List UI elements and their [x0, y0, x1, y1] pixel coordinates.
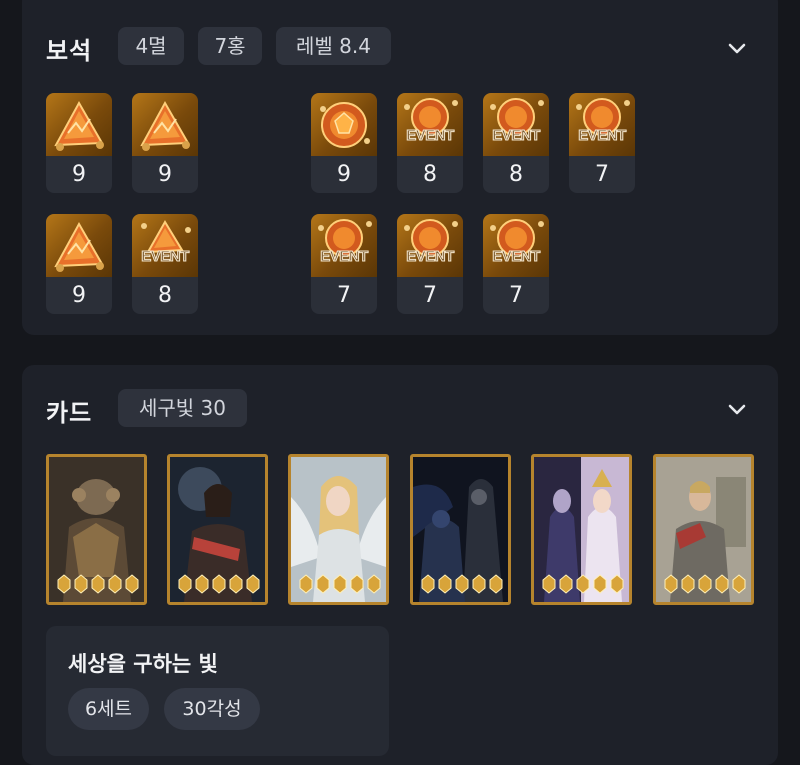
event-label: EVENT [492, 127, 541, 145]
awakening-gem-icon [178, 574, 192, 594]
chevron-down-icon[interactable] [728, 40, 746, 58]
crimson-gem-icon: EVENT [483, 93, 549, 156]
gem-level: 9 [46, 277, 112, 314]
gem-section: 보석 4멸 7홍 레벨 8.4 9 9 9 EVENT 8 EVENT 8 EV… [22, 0, 778, 335]
chevron-down-icon[interactable] [728, 401, 746, 419]
event-label: EVENT [406, 127, 455, 145]
awakening-gem-icon [455, 574, 469, 594]
destruction-gem-icon [132, 93, 198, 156]
card-5[interactable] [531, 454, 632, 605]
gem-level: 9 [311, 156, 377, 193]
event-label: EVENT [406, 248, 455, 266]
card-section-title: 카드 [46, 399, 93, 427]
event-label: EVENT [141, 248, 190, 266]
awakening-total-pill: 30각성 [164, 688, 260, 730]
awakening-gem-icon [559, 574, 573, 594]
gem-crimson-event-5[interactable]: EVENT 7 [397, 214, 463, 314]
card-2[interactable] [167, 454, 268, 605]
crimson-gem-icon: EVENT [311, 214, 377, 277]
gem-destruction-event-1[interactable]: EVENT 8 [132, 214, 198, 314]
awakening-gem-icon [698, 574, 712, 594]
gem-tag-destruction: 4멸 [118, 27, 184, 65]
crimson-gem-icon [311, 93, 377, 156]
gem-crimson-event-6[interactable]: EVENT 7 [483, 214, 549, 314]
gem-level: 7 [569, 156, 635, 193]
awakening-stars [540, 574, 626, 596]
awakening-gem-icon [229, 574, 243, 594]
gem-crimson-event-4[interactable]: EVENT 7 [311, 214, 377, 314]
gem-level: 8 [397, 156, 463, 193]
card-4[interactable] [410, 454, 511, 605]
awakening-gem-icon [542, 574, 556, 594]
awakening-gem-icon [57, 574, 71, 594]
awakening-gem-icon [74, 574, 88, 594]
gem-level: 9 [132, 156, 198, 193]
crimson-gem-icon: EVENT [397, 93, 463, 156]
awakening-stars [419, 574, 505, 596]
event-label: EVENT [492, 248, 541, 266]
card-section: 카드 세구빛 30 세상을 구하는 빛 6세트 30각성 [22, 365, 778, 765]
awakening-stars [662, 574, 748, 596]
awakening-gem-icon [489, 574, 503, 594]
card-3[interactable] [288, 454, 389, 605]
awakening-gem-icon [125, 574, 139, 594]
awakening-gem-icon [350, 574, 364, 594]
awakening-gem-icon [367, 574, 381, 594]
event-label: EVENT [578, 127, 627, 145]
gem-level: 7 [397, 277, 463, 314]
awakening-gem-icon [333, 574, 347, 594]
card-set-name: 세상을 구하는 빛 [68, 652, 218, 676]
awakening-gem-icon [212, 574, 226, 594]
crimson-gem-icon: EVENT [397, 214, 463, 277]
gem-crimson-event-2[interactable]: EVENT 8 [483, 93, 549, 193]
gem-crimson-1[interactable]: 9 [311, 93, 377, 193]
gem-tag-crimson: 7홍 [198, 27, 262, 65]
awakening-gem-icon [91, 574, 105, 594]
event-label: EVENT [320, 248, 369, 266]
gem-crimson-event-1[interactable]: EVENT 8 [397, 93, 463, 193]
awakening-gem-icon [472, 574, 486, 594]
card-1[interactable] [46, 454, 147, 605]
awakening-gem-icon [593, 574, 607, 594]
set-count-pill: 6세트 [68, 688, 149, 730]
gem-destruction-1[interactable]: 9 [46, 93, 112, 193]
crimson-gem-icon: EVENT [569, 93, 635, 156]
awakening-gem-icon [438, 574, 452, 594]
gem-section-title: 보석 [46, 37, 93, 65]
card-set-tag: 세구빛 30 [118, 389, 247, 427]
awakening-gem-icon [715, 574, 729, 594]
card-6[interactable] [653, 454, 754, 605]
gem-level: 8 [483, 156, 549, 193]
awakening-gem-icon [664, 574, 678, 594]
crimson-gem-icon: EVENT [483, 214, 549, 277]
awakening-gem-icon [610, 574, 624, 594]
destruction-gem-icon [46, 93, 112, 156]
awakening-gem-icon [246, 574, 260, 594]
awakening-gem-icon [421, 574, 435, 594]
gem-crimson-event-3[interactable]: EVENT 7 [569, 93, 635, 193]
destruction-gem-icon: EVENT [132, 214, 198, 277]
awakening-gem-icon [732, 574, 746, 594]
awakening-gem-icon [576, 574, 590, 594]
awakening-stars [297, 574, 383, 596]
gem-level: 7 [483, 277, 549, 314]
awakening-stars [176, 574, 262, 596]
gem-level: 8 [132, 277, 198, 314]
destruction-gem-icon [46, 214, 112, 277]
gem-destruction-2[interactable]: 9 [132, 93, 198, 193]
awakening-gem-icon [681, 574, 695, 594]
awakening-stars [55, 574, 141, 596]
awakening-gem-icon [195, 574, 209, 594]
gem-level: 9 [46, 156, 112, 193]
gem-level: 7 [311, 277, 377, 314]
gem-destruction-3[interactable]: 9 [46, 214, 112, 314]
card-set-effect[interactable]: 세상을 구하는 빛 6세트 30각성 [46, 626, 389, 756]
awakening-gem-icon [108, 574, 122, 594]
awakening-gem-icon [299, 574, 313, 594]
gem-tag-level: 레벨 8.4 [276, 27, 391, 65]
awakening-gem-icon [316, 574, 330, 594]
